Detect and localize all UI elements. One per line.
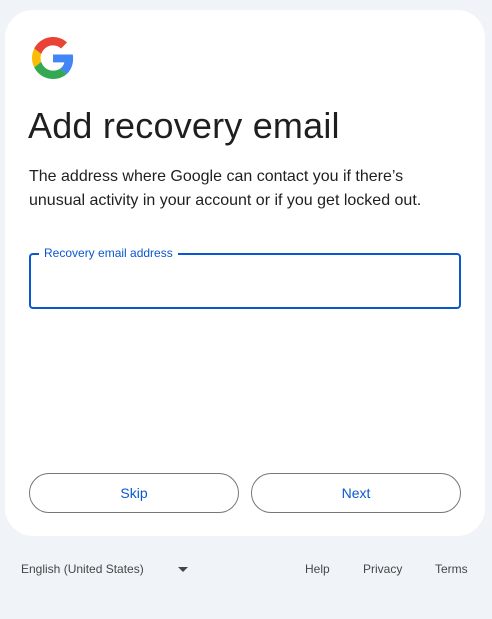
footer: English (United States) Help Privacy Ter… <box>0 552 492 588</box>
page-title: Add recovery email <box>28 105 340 146</box>
signin-card: Add recovery email The address where Goo… <box>5 10 485 536</box>
skip-button[interactable]: Skip <box>29 473 239 513</box>
language-selector[interactable]: English (United States) <box>21 562 188 576</box>
recovery-email-input[interactable] <box>31 255 459 307</box>
help-link[interactable]: Help <box>305 562 330 576</box>
recovery-email-field[interactable]: Recovery email address <box>29 246 461 309</box>
google-logo-icon <box>32 37 74 79</box>
privacy-link[interactable]: Privacy <box>363 562 402 576</box>
next-button[interactable]: Next <box>251 473 461 513</box>
dropdown-arrow-icon <box>177 566 188 572</box>
language-label: English (United States) <box>21 562 144 576</box>
terms-link[interactable]: Terms <box>435 562 468 576</box>
page-description: The address where Google can contact you… <box>29 168 422 209</box>
